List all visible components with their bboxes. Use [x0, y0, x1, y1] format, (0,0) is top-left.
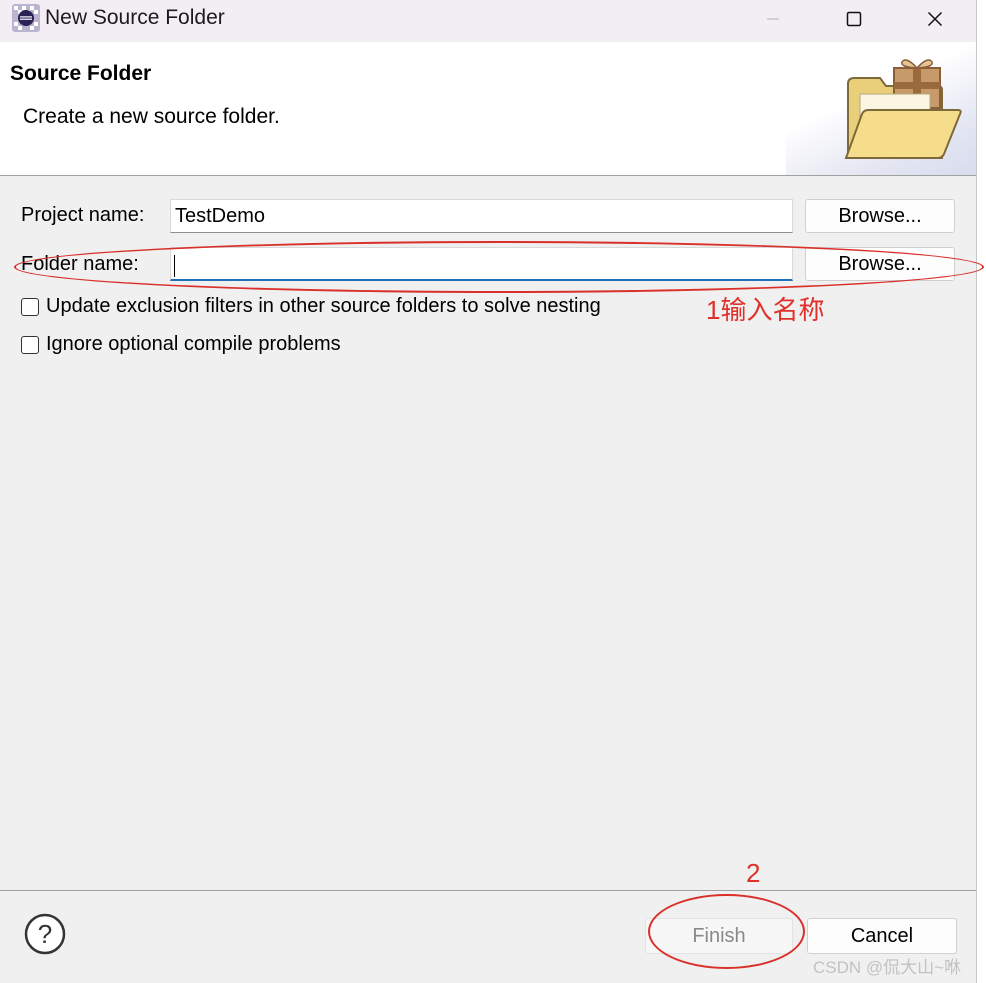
page-title: Source Folder — [10, 62, 152, 85]
update-exclusion-checkbox[interactable] — [21, 298, 39, 316]
maximize-icon — [846, 11, 862, 27]
project-name-label: Project name: — [21, 204, 145, 226]
update-exclusion-label: Update exclusion filters in other source… — [46, 295, 601, 317]
ignore-optional-checkbox[interactable] — [21, 336, 39, 354]
project-name-field[interactable]: TestDemo — [170, 199, 793, 233]
header-separator — [0, 175, 976, 176]
cancel-button[interactable]: Cancel — [807, 918, 957, 954]
annotation-ellipse-folder-name — [14, 241, 984, 293]
annotation-ellipse-finish — [648, 894, 805, 969]
eclipse-icon — [12, 4, 40, 32]
minimize-icon — [767, 18, 779, 20]
svg-text:?: ? — [38, 919, 52, 949]
project-browse-button[interactable]: Browse... — [805, 199, 955, 233]
page-description: Create a new source folder. — [23, 105, 280, 128]
watermark: CSDN @侃大山~咻 — [813, 958, 962, 977]
help-icon[interactable]: ? — [24, 913, 66, 955]
window-border — [976, 0, 977, 983]
dialog-root: New Source Folder Source Folder Create a… — [0, 0, 986, 983]
window-title: New Source Folder — [45, 6, 225, 29]
folder-gift-icon — [844, 59, 962, 159]
maximize-button[interactable] — [826, 0, 882, 38]
close-button[interactable] — [907, 0, 963, 38]
minimize-button[interactable] — [745, 0, 801, 38]
page-background-strip — [977, 0, 986, 983]
title-bar: New Source Folder — [0, 0, 976, 42]
annotation-step1-text: 1输入名称 — [706, 295, 825, 325]
close-icon — [927, 11, 943, 27]
ignore-optional-label: Ignore optional compile problems — [46, 333, 341, 355]
annotation-step2-text: 2 — [746, 858, 761, 888]
footer-separator — [0, 890, 976, 891]
wizard-header: Source Folder Create a new source folder… — [0, 42, 976, 175]
